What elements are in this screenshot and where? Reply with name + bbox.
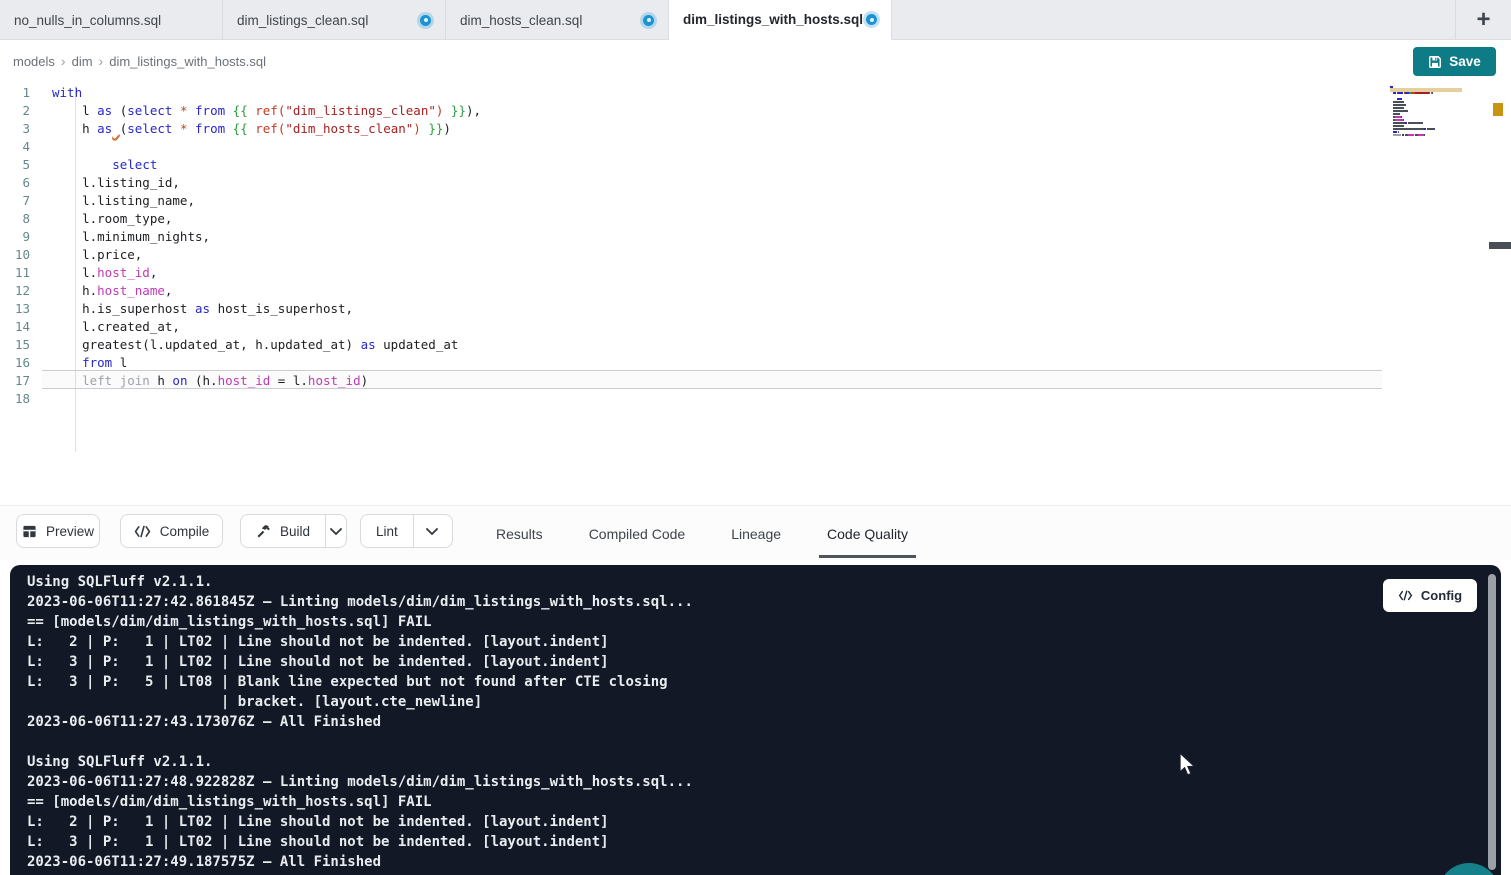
- chevron-down-icon: [426, 528, 438, 535]
- minimap-line: [1390, 116, 1462, 118]
- overview-ruler-cursor-marker: [1489, 242, 1511, 249]
- action-toolbar: Preview Compile Build: [0, 505, 1511, 560]
- code-brackets-icon: [134, 525, 151, 538]
- unsaved-dot-icon: [866, 14, 877, 25]
- minimap-line: [1390, 95, 1462, 97]
- code-line[interactable]: h.host_name,: [52, 282, 481, 300]
- minimap-line: [1390, 92, 1462, 94]
- minimap-line: [1390, 128, 1462, 130]
- preview-button-label: Preview: [46, 524, 94, 539]
- build-split-button: Build: [240, 514, 347, 548]
- minimap-line: [1390, 107, 1462, 109]
- minimap-line: [1390, 131, 1462, 133]
- code-line[interactable]: from l: [52, 354, 481, 372]
- minimap-line: [1390, 125, 1462, 127]
- code-line[interactable]: with: [52, 84, 481, 102]
- code-line[interactable]: l.created_at,: [52, 318, 481, 336]
- lint-log-text: Using SQLFluff v2.1.1. 2023-06-06T11:27:…: [27, 572, 693, 872]
- file-tab-label: dim_listings_with_hosts.sql: [683, 12, 863, 27]
- save-button[interactable]: Save: [1413, 47, 1496, 76]
- overview-ruler-warning-marker: [1493, 103, 1503, 116]
- file-tab-label: dim_listings_clean.sql: [237, 13, 368, 28]
- unsaved-dot-icon: [420, 15, 431, 26]
- hammer-icon: [256, 524, 271, 539]
- code-line[interactable]: l as (select * from {{ ref("dim_listings…: [52, 102, 481, 120]
- code-line[interactable]: l.listing_name,: [52, 192, 481, 210]
- build-button-label: Build: [280, 524, 310, 539]
- editor-tab-bar: no_nulls_in_columns.sql dim_listings_clea…: [0, 0, 1511, 40]
- minimap-highlight: [1390, 88, 1462, 92]
- build-dropdown-button[interactable]: [325, 515, 346, 547]
- code-line[interactable]: l.listing_id,: [52, 174, 481, 192]
- terminal-scrollbar[interactable]: [1488, 574, 1496, 870]
- minimap-line: [1390, 98, 1462, 100]
- breadcrumb-separator: ›: [99, 53, 104, 69]
- code-line[interactable]: [52, 138, 481, 156]
- compile-button[interactable]: Compile: [120, 514, 223, 548]
- file-tab-no_nulls_in_columns[interactable]: no_nulls_in_columns.sql: [0, 0, 223, 40]
- config-button-label: Config: [1421, 588, 1462, 603]
- breadcrumb-item[interactable]: models: [13, 54, 55, 69]
- code-line[interactable]: left join h on (h.host_id = l.host_id): [52, 372, 481, 390]
- file-tab-dim_hosts_clean[interactable]: dim_hosts_clean.sql: [446, 0, 669, 40]
- dbt-cloud-ide: no_nulls_in_columns.sql dim_listings_clea…: [0, 0, 1511, 875]
- file-tab-dim_listings_with_hosts[interactable]: dim_listings_with_hosts.sql: [669, 0, 892, 40]
- code-line[interactable]: select: [52, 156, 481, 174]
- code-line[interactable]: [52, 390, 481, 408]
- preview-button[interactable]: Preview: [16, 514, 100, 548]
- file-tab-dim_listings_clean[interactable]: dim_listings_clean.sql: [223, 0, 446, 40]
- code-editor[interactable]: 123456789101112131415161718 with l as (s…: [0, 82, 1511, 505]
- code-line[interactable]: l.minimum_nights,: [52, 228, 481, 246]
- minimap-line: [1390, 110, 1462, 112]
- lint-split-button: Lint: [360, 514, 453, 548]
- lint-button[interactable]: Lint: [361, 515, 413, 547]
- panel-tab-lineage[interactable]: Lineage: [723, 509, 789, 558]
- minimap-line: [1390, 104, 1462, 106]
- breadcrumb-item[interactable]: dim_listings_with_hosts.sql: [109, 54, 266, 69]
- file-header-row: models › dim › dim_listings_with_hosts.sql S…: [0, 40, 1511, 82]
- result-panel-tabs: Results Compiled Code Lineage Code Quality: [488, 506, 916, 561]
- breadcrumb-separator: ›: [61, 53, 66, 69]
- breadcrumb-item[interactable]: dim: [72, 54, 93, 69]
- minimap-line: [1390, 122, 1462, 124]
- minimap-line: [1390, 134, 1462, 136]
- config-button[interactable]: Config: [1383, 579, 1477, 612]
- mouse-cursor: [1178, 752, 1200, 783]
- terminal-output-panel[interactable]: Using SQLFluff v2.1.1. 2023-06-06T11:27:…: [10, 565, 1501, 875]
- minimap-line: [1390, 101, 1462, 103]
- table-grid-icon: [22, 524, 37, 539]
- code-line[interactable]: l.room_type,: [52, 210, 481, 228]
- code-lines[interactable]: with l as (select * from {{ ref("dim_lis…: [52, 84, 481, 408]
- chevron-down-icon: [330, 528, 342, 535]
- editor-minimap[interactable]: [1390, 86, 1462, 140]
- file-tab-label: no_nulls_in_columns.sql: [14, 13, 161, 28]
- panel-tab-results[interactable]: Results: [488, 509, 551, 558]
- unsaved-dot-icon: [643, 15, 654, 26]
- code-line[interactable]: greatest(l.updated_at, h.updated_at) as …: [52, 336, 481, 354]
- minimap-line: [1390, 137, 1462, 139]
- compile-button-label: Compile: [160, 524, 210, 539]
- new-tab-button[interactable]: +: [1455, 0, 1511, 40]
- floppy-disk-icon: [1428, 55, 1442, 69]
- minimap-line: [1390, 113, 1462, 115]
- code-line[interactable]: h.is_superhost as host_is_superhost,: [52, 300, 481, 318]
- breadcrumb: models › dim › dim_listings_with_hosts.sql: [13, 53, 266, 69]
- lint-dropdown-button[interactable]: [413, 515, 450, 547]
- file-tab-label: dim_hosts_clean.sql: [460, 13, 582, 28]
- code-line[interactable]: l.host_id,: [52, 264, 481, 282]
- code-line[interactable]: h as (select * from {{ ref("dim_hosts_cl…: [52, 120, 481, 138]
- save-button-label: Save: [1449, 54, 1481, 69]
- code-line[interactable]: l.price,: [52, 246, 481, 264]
- build-button[interactable]: Build: [241, 515, 325, 547]
- panel-tab-compiled-code[interactable]: Compiled Code: [581, 509, 694, 558]
- lint-button-label: Lint: [376, 524, 398, 539]
- line-number-gutter: 123456789101112131415161718: [0, 84, 40, 408]
- minimap-line: [1390, 119, 1462, 121]
- panel-tab-code-quality[interactable]: Code Quality: [819, 509, 916, 558]
- code-brackets-icon: [1398, 590, 1413, 601]
